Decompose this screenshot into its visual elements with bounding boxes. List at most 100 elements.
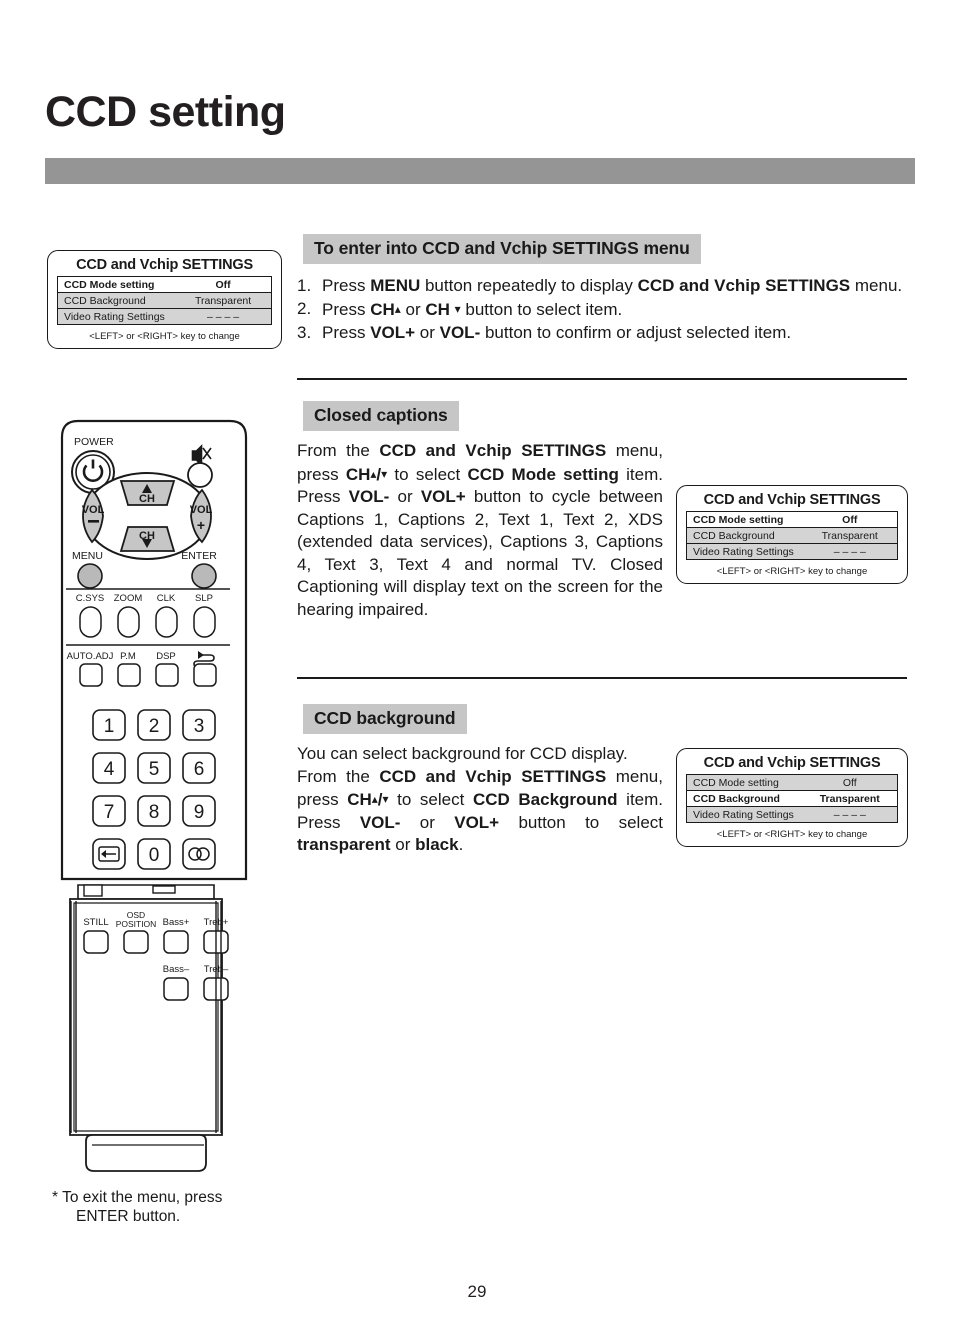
footnote-line-1: To exit the menu, press xyxy=(62,1189,223,1206)
closed-captions-body: From the CCD and Vchip SETTINGS menu, pr… xyxy=(297,441,663,619)
key-8-label: 8 xyxy=(149,802,160,823)
plus-icon: + xyxy=(197,517,205,533)
bass-plus-label: Bass+ xyxy=(163,917,190,928)
section-divider-1 xyxy=(297,378,907,380)
key-1-label: 1 xyxy=(104,716,115,737)
vol-plus-label: VOL xyxy=(190,504,213,516)
arrow-down-icon: ▾ xyxy=(454,302,461,316)
osd-row-value: Transparent xyxy=(194,294,252,307)
remote-slot-center xyxy=(152,885,176,894)
osd-footer-hint: <LEFT> or <RIGHT> key to change xyxy=(716,566,868,577)
power-label: POWER xyxy=(74,436,114,448)
bass-minus-button xyxy=(163,977,189,1001)
osd-row-label: CCD Mode setting xyxy=(64,278,155,291)
remote-control-illustration: POWER CH CH VOL VOL + MENU ENTER C.SYS Z… xyxy=(48,415,278,1175)
ccd-background-body: You can select background for CCD displa… xyxy=(297,744,664,854)
step-text: Press MENU button repeatedly to display … xyxy=(322,276,903,295)
osd-menu-box-3: CCD and Vchip SETTINGS CCD Mode setting … xyxy=(676,748,908,847)
osd-row-value: – – – – xyxy=(833,545,866,558)
osd-row-value: Transparent xyxy=(819,792,880,805)
osd-row[interactable]: CCD Mode setting Off xyxy=(687,775,897,791)
osd-row-label: Video Rating Settings xyxy=(64,310,165,323)
osd-title: CCD and Vchip SETTINGS xyxy=(703,755,881,771)
key-4-label: 4 xyxy=(104,759,115,780)
swap-button xyxy=(193,663,217,687)
osd-menu-box-1: CCD and Vchip SETTINGS CCD Mode setting … xyxy=(47,250,282,349)
key-cc xyxy=(182,838,216,870)
osd-footer-hint: <LEFT> or <RIGHT> key to change xyxy=(89,331,240,342)
osd-position-button xyxy=(123,930,149,954)
osd-row[interactable]: Video Rating Settings – – – – xyxy=(58,309,271,325)
osd-rows: CCD Mode setting Off CCD Background Tran… xyxy=(686,774,898,823)
footnote: * To exit the menu, press ENTER button. xyxy=(52,1188,292,1226)
osd-row[interactable]: CCD Background Transparent xyxy=(58,293,271,309)
osd-row-label: CCD Mode setting xyxy=(693,513,784,526)
osd-rows: CCD Mode setting Off CCD Background Tran… xyxy=(686,511,898,560)
osd-row[interactable]: Video Rating Settings – – – – xyxy=(687,807,897,823)
osd-position-label-2: POSITION xyxy=(116,919,157,929)
arrow-down-icon: ▾ xyxy=(381,466,388,481)
csys-label: C.SYS xyxy=(76,593,105,604)
menu-label: MENU xyxy=(72,550,103,562)
osd-row-value: – – – – xyxy=(833,808,866,821)
key-7-label: 7 xyxy=(104,802,115,823)
osd-row-value: Off xyxy=(842,513,858,526)
page-number: 29 xyxy=(467,1282,487,1301)
instruction-step-3: 3. Press VOL+ or VOL- button to confirm … xyxy=(297,322,909,344)
key-5-label: 5 xyxy=(149,759,160,780)
zoom-button xyxy=(117,606,140,638)
vol-minus-label: VOL xyxy=(82,504,105,516)
footnote-asterisk: * xyxy=(52,1189,59,1206)
clk-button xyxy=(155,606,178,638)
arrow-up-icon: ▴ xyxy=(394,302,401,316)
still-label: STILL xyxy=(83,917,108,928)
remote-foot xyxy=(85,1134,207,1172)
osd-row-label: Video Rating Settings xyxy=(693,545,794,558)
pm-button xyxy=(117,663,141,687)
footnote-line-2: ENTER button. xyxy=(76,1208,181,1225)
title-underline-bar xyxy=(45,158,915,184)
osd-row[interactable]: CCD Background Transparent xyxy=(687,528,897,544)
pm-label: P.M xyxy=(120,651,136,662)
dsp-label: DSP xyxy=(156,651,176,662)
osd-row-value: – – – – xyxy=(207,310,240,323)
osd-row[interactable]: CCD Mode setting Off xyxy=(58,277,271,293)
menu-button xyxy=(77,563,103,589)
zoom-label: ZOOM xyxy=(114,593,143,604)
step-number: 1. xyxy=(297,276,312,295)
remote-slot-left xyxy=(83,884,103,897)
section-heading-closed-captions: Closed captions xyxy=(303,401,459,431)
section-heading-enter-menu: To enter into CCD and Vchip SETTINGS men… xyxy=(303,234,701,264)
osd-row[interactable]: CCD Background Transparent xyxy=(687,791,897,807)
arrow-down-icon: ▾ xyxy=(382,792,389,806)
osd-row-value: Off xyxy=(842,776,857,789)
bass-plus-button xyxy=(163,930,189,954)
enter-label: ENTER xyxy=(181,550,217,562)
bass-minus-label: Bass– xyxy=(163,964,190,975)
slp-label: SLP xyxy=(195,593,213,604)
osd-row-label: CCD Background xyxy=(64,294,146,307)
instruction-list: 1. Press MENU button repeatedly to displ… xyxy=(297,275,909,345)
osd-menu-box-2: CCD and Vchip SETTINGS CCD Mode setting … xyxy=(676,485,908,584)
slp-button xyxy=(193,606,216,638)
osd-row-label: Video Rating Settings xyxy=(693,808,794,821)
autoadj-label: AUTO.ADJ xyxy=(67,651,114,662)
enter-button xyxy=(191,563,217,589)
osd-row-label: CCD Background xyxy=(693,792,780,805)
step-text: Press VOL+ or VOL- button to confirm or … xyxy=(322,323,792,342)
csys-button xyxy=(79,606,102,638)
osd-row-label: CCD Background xyxy=(693,529,775,542)
clk-label: CLK xyxy=(157,593,176,604)
section-heading-ccd-background: CCD background xyxy=(303,704,467,734)
osd-rows: CCD Mode setting Off CCD Background Tran… xyxy=(57,276,272,325)
step-number: 3. xyxy=(297,323,312,342)
osd-title: CCD and Vchip SETTINGS xyxy=(76,257,253,273)
key-3-label: 3 xyxy=(194,716,205,737)
key-0-label: 0 xyxy=(149,845,160,866)
osd-row[interactable]: Video Rating Settings – – – – xyxy=(687,544,897,560)
instruction-step-1: 1. Press MENU button repeatedly to displ… xyxy=(297,275,909,297)
mute-button xyxy=(187,462,213,488)
ch-up-label: CH xyxy=(139,493,155,505)
osd-row[interactable]: CCD Mode setting Off xyxy=(687,512,897,528)
still-button xyxy=(83,930,109,954)
